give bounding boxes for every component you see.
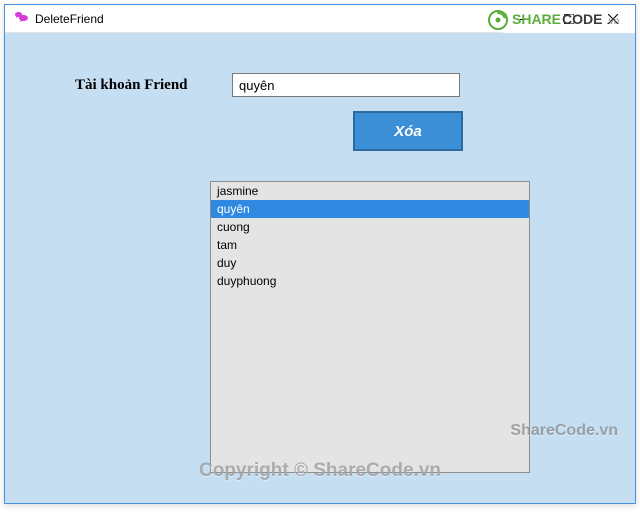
list-item[interactable]: quyên — [211, 200, 529, 218]
list-item[interactable]: duyphuong — [211, 272, 529, 290]
delete-button-label: Xóa — [394, 123, 422, 140]
list-item[interactable]: cuong — [211, 218, 529, 236]
window-frame: DeleteFriend Tài khoản Friend Xóa jasmin… — [4, 4, 636, 504]
minimize-button[interactable] — [503, 5, 547, 33]
delete-button[interactable]: Xóa — [353, 111, 463, 151]
friend-account-label: Tài khoản Friend — [75, 77, 188, 94]
window-controls — [503, 5, 635, 33]
maximize-button[interactable] — [547, 5, 591, 33]
list-item[interactable]: duy — [211, 254, 529, 272]
close-button[interactable] — [591, 5, 635, 33]
client-area: Tài khoản Friend Xóa jasminequyêncuongta… — [5, 33, 635, 503]
list-item[interactable]: jasmine — [211, 182, 529, 200]
list-item[interactable]: tam — [211, 236, 529, 254]
friend-account-input[interactable] — [232, 73, 460, 97]
friend-listbox[interactable]: jasminequyêncuongtamduyduyphuong — [210, 181, 530, 473]
window-title: DeleteFriend — [35, 12, 104, 26]
titlebar[interactable]: DeleteFriend — [5, 5, 635, 33]
app-chat-icon — [13, 11, 29, 27]
